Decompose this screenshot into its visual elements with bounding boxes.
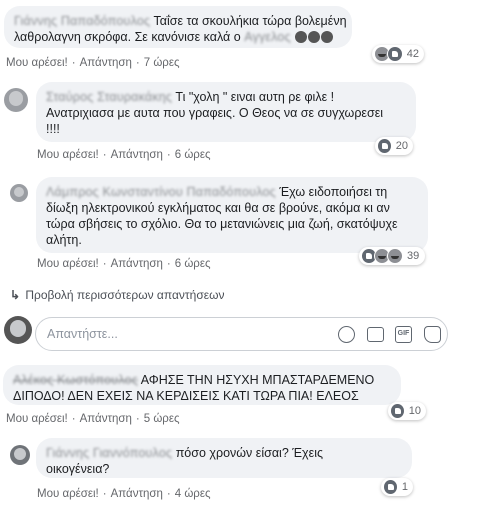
comment-text: !!!! — [46, 122, 60, 136]
comment-text: αλήτη. — [46, 233, 82, 247]
timestamp[interactable]: 6 ώρες — [175, 149, 211, 161]
timestamp[interactable]: 5 ώρες — [144, 413, 180, 425]
sticker-icon[interactable] — [424, 326, 441, 343]
reaction-count: 10 — [408, 405, 421, 417]
comment-bubble-3: Λάμπρος Κωνσταντίνου Παπαδόπουλος Έχω ει… — [36, 177, 428, 253]
like-link[interactable]: Μου αρέσει! — [6, 413, 68, 425]
comment-text: δίωξη ηλεκτρονικού εγκλήματος και θα σε … — [46, 201, 390, 215]
comment-bubble-4: Αλέκος Κωστόπουλος ΑΦΗΣΕ ΤΗΝ ΗΣΥΧΗ ΜΠΑΣΤ… — [3, 365, 401, 405]
timestamp[interactable]: 4 ώρες — [175, 488, 211, 500]
like-reaction-icon — [383, 479, 398, 495]
reaction-summary[interactable]: 10 — [388, 402, 426, 420]
commenter-name[interactable]: Σταύρος Σταυρακάκης — [46, 90, 172, 104]
avatar[interactable] — [4, 316, 32, 344]
reaction-summary[interactable]: 39 — [359, 247, 425, 265]
commenter-name[interactable]: Γιάννης Γιαννόπουλος — [46, 446, 172, 460]
reaction-count: 1 — [401, 481, 408, 493]
comment-text: Αλέκος Κωστόπουλος ΑΦΗΣΕ ΤΗΝ ΗΣΥΧΗ ΜΠΑΣΤ… — [13, 373, 375, 387]
comment-actions: Μου αρέσει! · Απάντηση · 4 ώρες — [37, 488, 211, 500]
camera-icon[interactable] — [367, 327, 384, 342]
comment-text: Γιάννης Παπαδόπουλος Ταΐσε τα σκουλήκια … — [14, 14, 347, 28]
comment-text: Ανατριχιασα με αυτα που γραφεις. Ο Θεος … — [46, 106, 384, 120]
reaction-count: 39 — [407, 250, 420, 262]
commenter-name[interactable]: Αλέκος Κωστόπουλος — [13, 373, 138, 387]
comment-actions: Μου αρέσει! · Απάντηση · 7 ώρες — [6, 57, 180, 69]
like-reaction-icon — [377, 138, 392, 154]
reply-link[interactable]: Απάντηση — [111, 149, 163, 161]
emoji-icon — [308, 31, 321, 43]
commenter-name[interactable]: Λάμπρος Κωνσταντίνου Παπαδόπουλος — [46, 185, 276, 199]
reply-input-placeholder: Απαντήστε... — [47, 327, 118, 341]
comment-text: οικογένεια? — [46, 462, 110, 476]
timestamp[interactable]: 6 ώρες — [175, 258, 211, 270]
like-link[interactable]: Μου αρέσει! — [6, 57, 68, 69]
reaction-count: 20 — [395, 140, 408, 152]
reaction-count: 42 — [406, 48, 419, 60]
reply-arrow-icon: ↳ — [10, 288, 21, 302]
reply-link[interactable]: Απάντηση — [111, 488, 163, 500]
comment-bubble-2: Σταύρος Σταυρακάκης Τι "χολη " ειναι αυτ… — [36, 82, 416, 142]
emoji-icon — [295, 31, 308, 43]
gif-icon[interactable]: GIF — [395, 326, 412, 343]
comment-bubble-5: Γιάννης Γιαννόπουλος πόσο χρονών είσαι? … — [36, 438, 412, 478]
emoji-icon — [321, 31, 334, 43]
avatar[interactable] — [10, 184, 28, 202]
avatar[interactable] — [10, 445, 30, 465]
timestamp[interactable]: 7 ώρες — [144, 57, 180, 69]
view-more-replies[interactable]: ↳ Προβολή περισσότερων απαντήσεων — [10, 288, 224, 302]
comment-actions: Μου αρέσει! · Απάντηση · 6 ώρες — [37, 258, 211, 270]
avatar[interactable] — [4, 88, 28, 112]
smiley-icon[interactable] — [338, 326, 355, 343]
mention-link[interactable]: Αγγελος — [244, 30, 291, 44]
comment-text: Σταύρος Σταυρακάκης Τι "χολη " ειναι αυτ… — [46, 90, 335, 104]
comment-bubble-1: Γιάννης Παπαδόπουλος Ταΐσε τα σκουλήκια … — [4, 6, 352, 48]
reaction-summary[interactable]: 20 — [375, 137, 413, 155]
reply-link[interactable]: Απάντηση — [111, 258, 163, 270]
comment-text: Γιάννης Γιαννόπουλος πόσο χρονών είσαι? … — [46, 446, 323, 460]
commenter-name[interactable]: Γιάννης Παπαδόπουλος — [14, 14, 150, 28]
reaction-summary[interactable]: 42 — [372, 45, 424, 63]
reply-link[interactable]: Απάντηση — [80, 413, 132, 425]
like-reaction-icon — [390, 403, 405, 419]
comment-text: λαθρολαγνη σκρόφα. Σε κανόνισε καλά ο Αγ… — [14, 29, 342, 45]
reaction-summary[interactable]: 1 — [381, 478, 413, 496]
like-link[interactable]: Μου αρέσει! — [37, 488, 99, 500]
like-link[interactable]: Μου αρέσει! — [37, 258, 99, 270]
like-link[interactable]: Μου αρέσει! — [37, 149, 99, 161]
haha-reaction-icon — [387, 248, 403, 264]
comment-text: τώρα σβήσεις το σχόλιο. Θα το μετανιώνει… — [46, 217, 398, 231]
like-reaction-icon — [386, 46, 403, 62]
comment-actions: Μου αρέσει! · Απάντηση · 6 ώρες — [37, 149, 211, 161]
comment-text: ΔΙΠΟΔΟ! ΔΕΝ ΕΧΕΙΣ ΝΑ ΚΕΡΔΙΣΕΙΣ ΚΑΤΙ ΤΩΡΑ… — [13, 389, 359, 403]
comment-actions: Μου αρέσει! · Απάντηση · 5 ώρες — [6, 413, 180, 425]
comment-text: Λάμπρος Κωνσταντίνου Παπαδόπουλος Έχω ει… — [46, 185, 388, 199]
reply-link[interactable]: Απάντηση — [80, 57, 132, 69]
reply-input-box[interactable]: Απαντήστε... GIF — [35, 317, 448, 351]
